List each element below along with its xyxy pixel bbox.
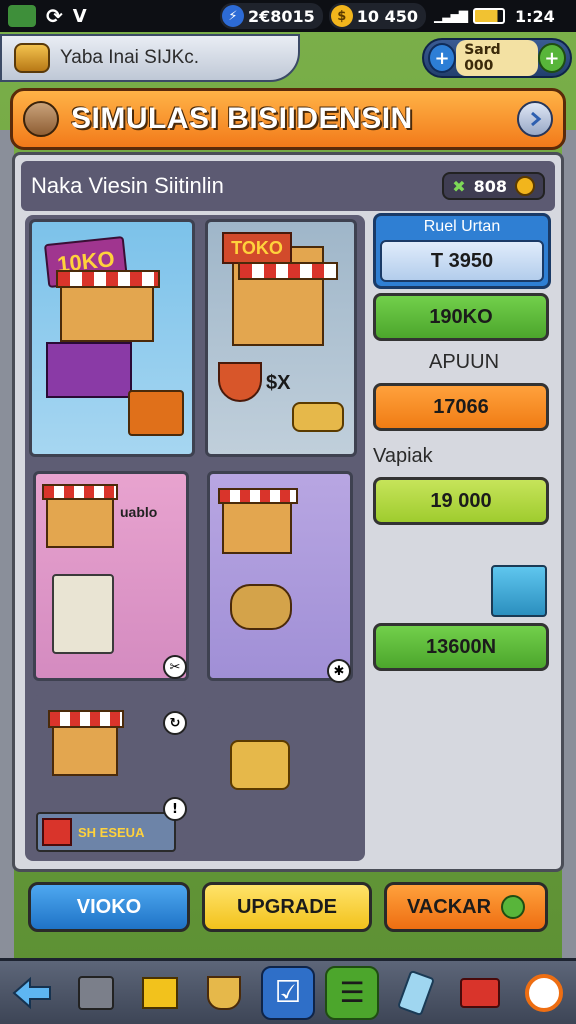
plus-icon[interactable]: +	[428, 43, 457, 73]
next-button[interactable]	[517, 101, 553, 137]
badge-value: 808	[473, 176, 507, 196]
title-bar: SIMULASI BISIIDENSIN	[10, 88, 566, 150]
lightning-icon: ⚡	[222, 5, 244, 27]
signal-icon: ▁▃▅▇	[434, 9, 468, 23]
upgrade-button[interactable]: UPGRADE	[202, 882, 372, 932]
page-title: SIMULASI BISIIDENSIN	[71, 102, 413, 135]
anvil-icon	[78, 975, 114, 1010]
price-button-lime[interactable]: 19 000	[373, 477, 549, 525]
share-icon[interactable]: ✱	[327, 659, 351, 683]
timer-tab[interactable]	[517, 966, 571, 1020]
price-button-green[interactable]: 190KO	[373, 293, 549, 341]
sub-header: Naka Viesin Siitinlin ✖ 808	[21, 161, 555, 211]
refresh-icon[interactable]: ↻	[163, 711, 187, 735]
price-card-value: T 3950	[430, 249, 494, 272]
phone-icon	[396, 969, 436, 1016]
price-button-green-2[interactable]: 13600N	[373, 623, 549, 671]
currency-chip-b: $ 10 450	[328, 3, 427, 29]
shop-stall	[60, 282, 154, 342]
stall	[222, 500, 292, 554]
shop-tile-2[interactable]: TOKO $X	[205, 219, 357, 457]
timer-icon	[525, 973, 563, 1012]
settings-gear-icon[interactable]	[23, 101, 59, 137]
canister-icon	[230, 584, 292, 630]
tasks-tab[interactable]: ☑	[261, 965, 315, 1020]
shop-tile-4[interactable]	[207, 471, 353, 681]
awning	[238, 262, 338, 280]
coin-small-icon	[515, 176, 535, 196]
account-panel[interactable]: Yaba Inai SIJKc.	[0, 34, 300, 82]
cross-icon: ✖	[452, 176, 466, 196]
carrier-icon: V	[72, 5, 87, 27]
currency-a-value: 2€8015	[248, 6, 315, 26]
list-tab[interactable]: ☰	[325, 965, 379, 1020]
shuffle-icon[interactable]: ✂	[163, 655, 187, 679]
price-card: Ruel Urtan T 3950	[373, 213, 551, 289]
sync-icon: ⟳	[46, 4, 63, 28]
label-vapiak: Vapiak	[373, 445, 433, 467]
price-card-header: Ruel Urtan	[423, 218, 501, 235]
shop-label: uablo	[120, 504, 158, 520]
wallet-icon	[14, 43, 50, 73]
chevron-right-icon	[531, 111, 542, 127]
basket-red-icon	[42, 818, 72, 846]
coin-stack-icon	[230, 740, 290, 790]
shop-tile-3[interactable]: uablo	[33, 471, 189, 681]
food-basket-icon	[207, 975, 241, 1010]
stall	[52, 726, 118, 776]
account-label: Yaba Inai SIJKc.	[60, 47, 200, 68]
shop-tile-6[interactable]	[205, 707, 355, 857]
awning	[218, 488, 298, 504]
sx-label: $X	[266, 372, 291, 394]
main-panel: Naka Viesin Siitinlin ✖ 808 10KO TOKO $X…	[12, 152, 564, 872]
shopping-cart	[46, 342, 132, 398]
cart-tab[interactable]	[453, 966, 507, 1020]
arrow-circle-icon	[501, 895, 526, 919]
coins-icon	[292, 402, 344, 432]
bottom-tab-bar: ☑ ☰	[0, 958, 576, 1024]
add-icon[interactable]: +	[537, 43, 567, 73]
toko-sign: TOKO	[222, 232, 292, 264]
phone-tab[interactable]	[389, 966, 443, 1020]
awning	[42, 484, 118, 500]
resource-badge: ✖ 808	[442, 172, 545, 200]
label-apuun: APUUN	[429, 351, 500, 373]
back-arrow-icon	[12, 976, 51, 1009]
price-card-value-box: T 3950	[380, 240, 544, 282]
box-icon	[142, 976, 178, 1009]
top-bar: Yaba Inai SIJKc. + Sard 000 +	[0, 34, 576, 84]
app-icon	[8, 5, 36, 27]
blue-crate-icon	[491, 565, 547, 617]
vending-machine	[52, 574, 114, 654]
back-tab[interactable]	[5, 966, 59, 1020]
shop-tile-1[interactable]: 10KO	[29, 219, 195, 457]
coin-bar-label: SH ESEUA	[78, 824, 145, 840]
sub-heading: Naka Viesin Siitinlin	[31, 173, 224, 198]
awning	[56, 270, 160, 288]
clock: 1:24	[514, 6, 555, 26]
bowl-icon	[218, 362, 262, 402]
balance-panel: + Sard 000 +	[422, 38, 572, 78]
vioko-button[interactable]: VIOKO	[28, 882, 190, 932]
coin-bar: SH ESEUA	[36, 812, 176, 852]
status-bar: ⟳ V ⚡ 2€8015 $ 10 450 ▁▃▅▇ 1:24	[0, 0, 576, 32]
balance-value: Sard 000	[456, 40, 538, 76]
info-icon[interactable]: !	[163, 797, 187, 821]
list-icon: ☰	[339, 976, 365, 1009]
battery-icon	[472, 8, 505, 24]
market-stall	[46, 494, 114, 548]
basket	[128, 390, 184, 436]
food-tab[interactable]	[197, 966, 251, 1020]
price-button-orange[interactable]: 17066	[373, 383, 549, 431]
vackar-button[interactable]: VACKAR	[384, 882, 548, 932]
currency-chip-a: ⚡ 2€8015	[220, 3, 323, 29]
cart-icon	[460, 977, 500, 1008]
checkbox-icon: ☑	[274, 975, 302, 1010]
currency-b-value: 10 450	[356, 6, 419, 26]
tools-tab[interactable]	[69, 966, 123, 1020]
box-tab[interactable]	[133, 966, 187, 1020]
coin-icon: $	[330, 5, 353, 27]
